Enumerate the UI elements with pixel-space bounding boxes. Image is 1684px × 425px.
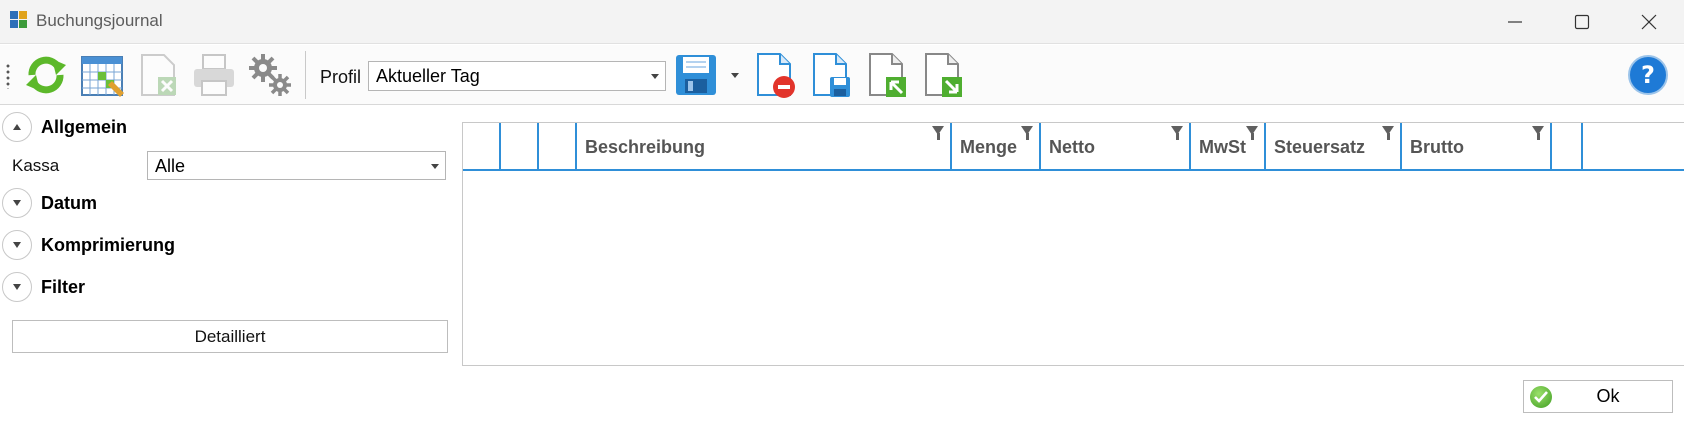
- section-datum[interactable]: Datum: [2, 188, 97, 218]
- minimize-button[interactable]: [1480, 0, 1550, 44]
- section-filter[interactable]: Filter: [2, 272, 85, 302]
- section-komprimierung[interactable]: Komprimierung: [2, 230, 175, 260]
- column-label: Steuersatz: [1274, 137, 1366, 157]
- save-profile-button[interactable]: [670, 49, 722, 101]
- column-header-select[interactable]: [463, 123, 501, 169]
- print-button[interactable]: [188, 49, 240, 101]
- app-icon: [10, 11, 28, 31]
- column-header-blank-2[interactable]: [539, 123, 577, 169]
- section-filter-label: Filter: [41, 276, 86, 297]
- help-button[interactable]: ?: [1622, 49, 1674, 101]
- help-icon: ?: [1628, 55, 1668, 95]
- close-button[interactable]: [1614, 0, 1684, 44]
- ok-label: Ok: [1596, 386, 1620, 406]
- maximize-icon: [1574, 14, 1590, 30]
- toolbar-separator: [305, 51, 306, 99]
- delete-document-icon: [757, 53, 795, 98]
- profile-value: Aktueller Tag: [376, 66, 480, 86]
- profile-label: Profil: [320, 67, 362, 87]
- kassa-value: Alle: [155, 156, 186, 176]
- collapse-icon: [2, 112, 32, 142]
- save-dropdown-arrow-icon[interactable]: [731, 73, 739, 78]
- import-document-button[interactable]: [860, 49, 912, 101]
- export-document-button[interactable]: [916, 49, 968, 101]
- filter-icon[interactable]: [1021, 126, 1033, 140]
- import-document-icon: [869, 53, 906, 97]
- kassa-label: Kassa: [12, 156, 60, 175]
- chevron-down-icon: [431, 164, 439, 169]
- column-label: Brutto: [1410, 137, 1464, 157]
- save-document-button[interactable]: [804, 49, 856, 101]
- column-header-beschreibung[interactable]: Beschreibung: [577, 123, 952, 169]
- ok-button[interactable]: Ok: [1523, 380, 1673, 413]
- calendar-grid-icon: [81, 56, 124, 97]
- column-label: Netto: [1049, 137, 1095, 157]
- chevron-down-icon: [651, 74, 659, 79]
- minimize-icon: [1508, 21, 1522, 23]
- filter-icon[interactable]: [1246, 126, 1258, 140]
- column-label: MwSt: [1199, 137, 1246, 157]
- kassa-select[interactable]: Alle: [147, 151, 446, 180]
- column-header-blank-3[interactable]: [1552, 123, 1583, 169]
- export-disabled-button[interactable]: [132, 49, 184, 101]
- settings-gears-icon: [249, 54, 291, 96]
- delete-document-button[interactable]: [748, 49, 800, 101]
- expand-icon: [2, 230, 32, 260]
- close-icon: [1641, 14, 1657, 30]
- section-datum-label: Datum: [41, 192, 98, 213]
- expand-icon: [2, 188, 32, 218]
- column-header-blank-1[interactable]: [501, 123, 539, 169]
- export-document-icon: [925, 53, 962, 97]
- section-komprimierung-label: Komprimierung: [41, 234, 176, 255]
- grid-header: Beschreibung Menge Netto MwSt Steuersatz…: [463, 123, 1684, 171]
- column-header-steuersatz[interactable]: Steuersatz: [1266, 123, 1402, 169]
- export-disabled-icon: [141, 54, 176, 96]
- refresh-button[interactable]: [20, 49, 72, 101]
- toolbar-grip[interactable]: [6, 63, 10, 89]
- svg-text:?: ?: [1641, 61, 1655, 89]
- window-title: Buchungsjournal: [36, 11, 163, 30]
- print-icon: [194, 54, 234, 96]
- settings-button[interactable]: [244, 49, 296, 101]
- filter-icon[interactable]: [1171, 126, 1183, 140]
- detailliert-button[interactable]: Detailliert: [12, 320, 448, 353]
- section-allgemein-label: Allgemein: [41, 116, 128, 137]
- calendar-grid-button[interactable]: [76, 49, 128, 101]
- column-header-mwst[interactable]: MwSt: [1191, 123, 1266, 169]
- toolbar: Profil Aktueller Tag ?: [0, 45, 1684, 105]
- journal-grid: Beschreibung Menge Netto MwSt Steuersatz…: [462, 122, 1684, 366]
- save-icon: [676, 55, 716, 95]
- refresh-icon: [26, 56, 66, 94]
- filter-icon[interactable]: [1382, 126, 1394, 140]
- title-bar: Buchungsjournal: [0, 0, 1684, 44]
- profile-select[interactable]: Aktueller Tag: [368, 61, 666, 91]
- expand-icon: [2, 272, 32, 302]
- column-label: Menge: [960, 137, 1018, 157]
- filter-icon[interactable]: [1532, 126, 1544, 140]
- column-header-netto[interactable]: Netto: [1041, 123, 1191, 169]
- section-allgemein[interactable]: Allgemein: [2, 112, 127, 142]
- filter-icon[interactable]: [932, 126, 944, 140]
- column-label: Beschreibung: [585, 137, 706, 157]
- column-header-menge[interactable]: Menge: [952, 123, 1041, 169]
- save-document-icon: [813, 53, 850, 97]
- column-header-brutto[interactable]: Brutto: [1402, 123, 1552, 169]
- maximize-button[interactable]: [1547, 0, 1617, 44]
